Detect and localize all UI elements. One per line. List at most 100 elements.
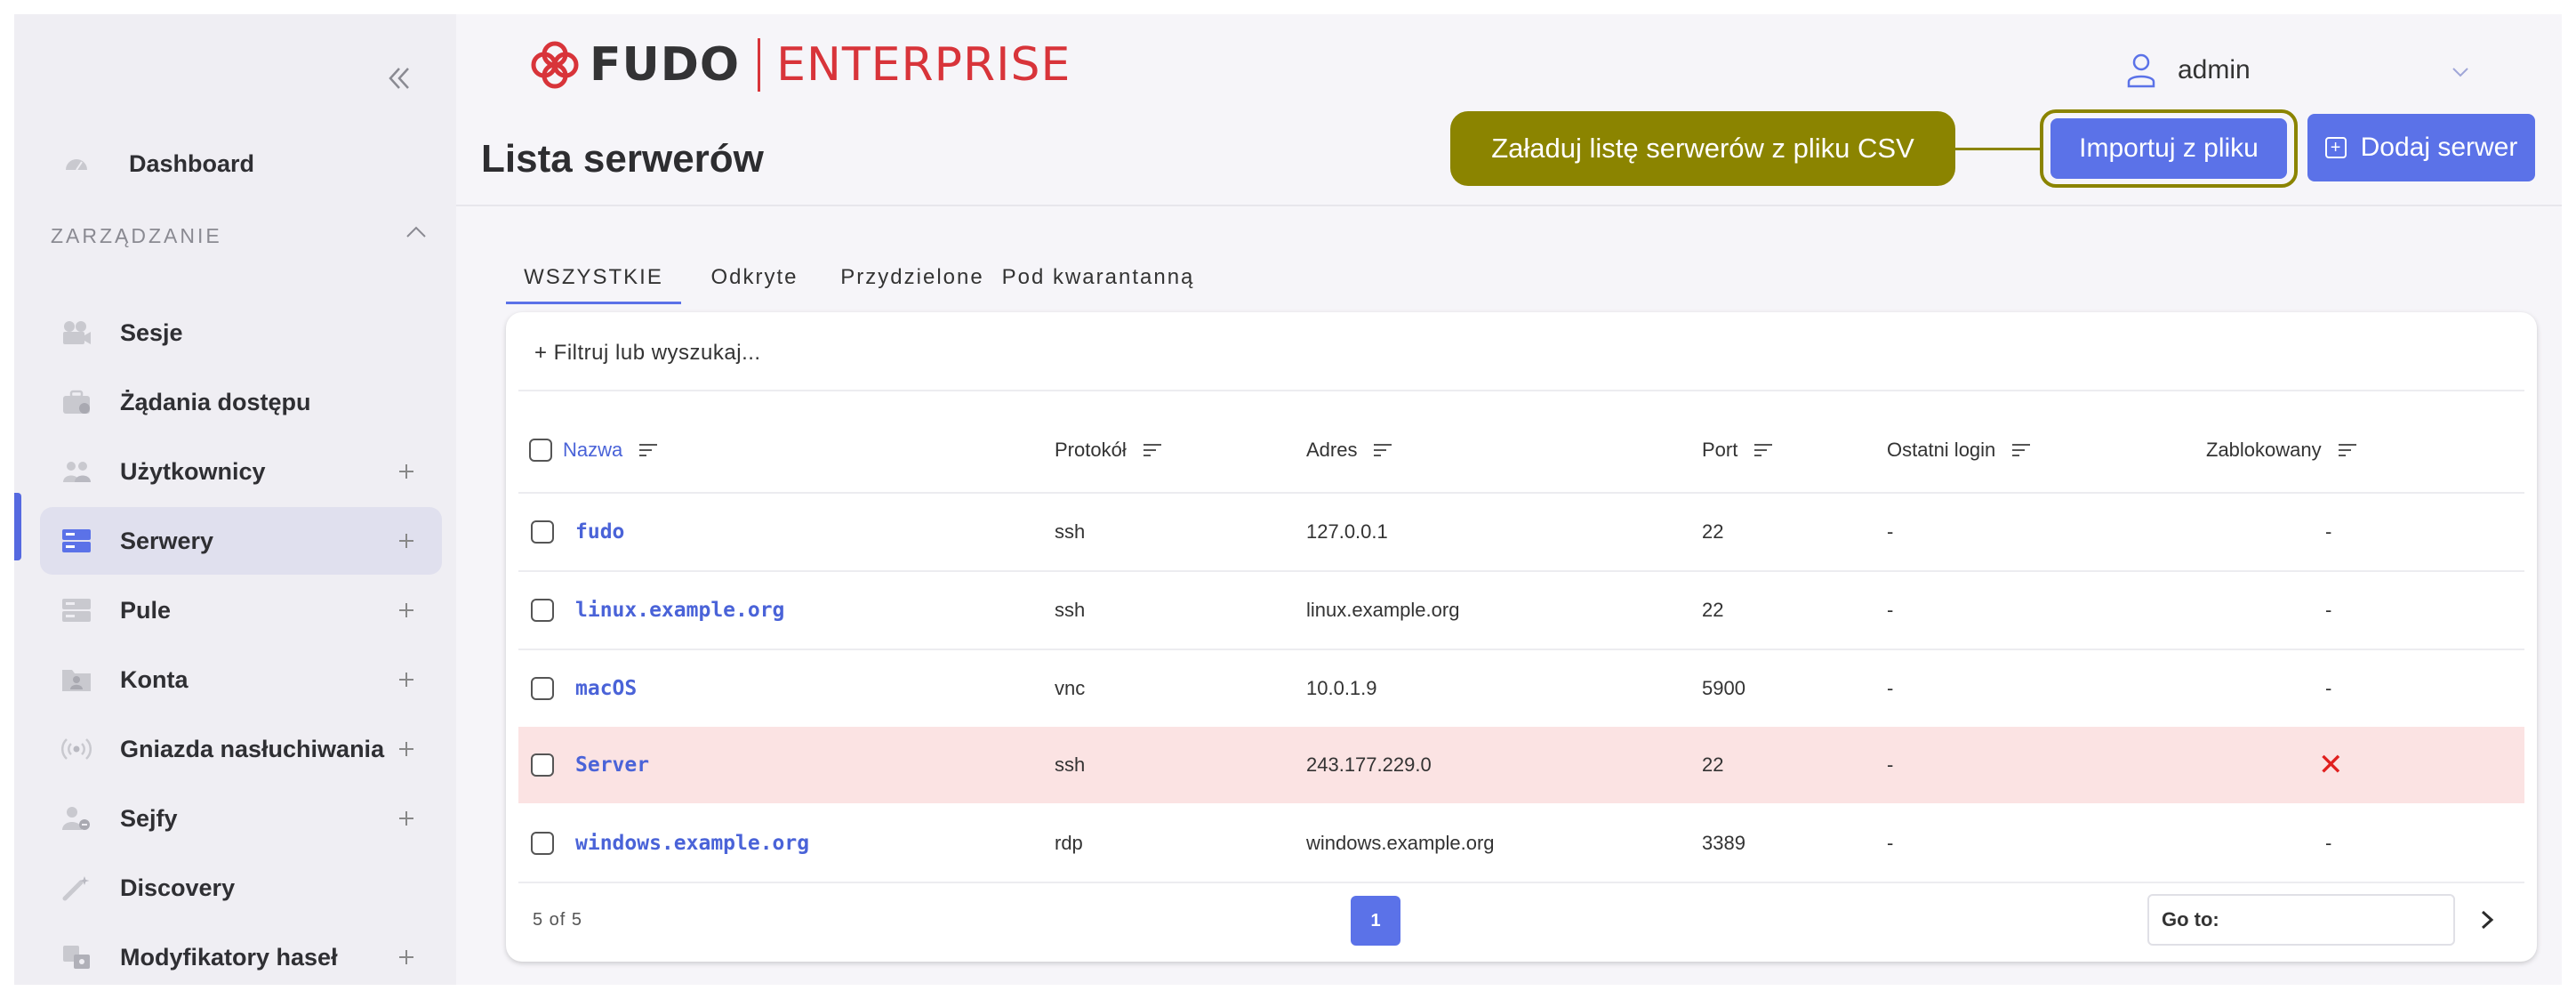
column-header-protocol[interactable]: Protokół (1055, 428, 1162, 472)
safe-user-icon (61, 804, 92, 833)
cell-blocked: - (2325, 677, 2332, 699)
tab-discovered[interactable]: Odkryte (681, 254, 828, 304)
broadcast-icon (61, 735, 92, 763)
sidebar-item-label: Gniazda nasłuchiwania (120, 736, 385, 762)
cell-address: linux.example.org (1306, 599, 1460, 621)
section-label-management: ZARZĄDZANIE (51, 224, 222, 247)
cell-address: 127.0.0.1 (1306, 520, 1388, 543)
sidebar-item-sessions[interactable]: Sesje (40, 299, 442, 367)
plus-icon[interactable] (394, 945, 419, 970)
server-name-link[interactable]: linux.example.org (575, 572, 784, 649)
table-row[interactable]: linux.example.org ssh linux.example.org … (518, 572, 2524, 649)
table-row[interactable]: fudo ssh 127.0.0.1 22 - - (518, 494, 2524, 570)
header-divider (456, 205, 2562, 206)
column-header-address[interactable]: Adres (1306, 428, 1392, 472)
server-name-link[interactable]: Server (575, 727, 649, 803)
cell-port: 3389 (1702, 832, 1745, 854)
sidebar-item-label: Użytkownicy (120, 458, 266, 485)
import-tooltip: Załaduj listę serwerów z pliku CSV (1450, 111, 1955, 186)
account-folder-icon (61, 665, 92, 694)
sort-icon[interactable] (638, 442, 658, 458)
fudo-logo-icon (531, 41, 579, 89)
server-name-link[interactable]: windows.example.org (575, 805, 809, 882)
sort-icon[interactable] (1373, 442, 1392, 458)
add-server-button[interactable]: + Dodaj serwer (2307, 114, 2535, 181)
server-name-link[interactable]: macOS (575, 650, 637, 727)
user-icon (2127, 53, 2155, 88)
row-checkbox[interactable] (531, 520, 554, 544)
sidebar-item-discovery[interactable]: Discovery (40, 854, 442, 922)
column-label: Zablokowany (2206, 439, 2322, 461)
sort-icon[interactable] (2011, 442, 2031, 458)
go-to-page-field[interactable]: Go to: (2147, 894, 2455, 946)
user-name: admin (2178, 55, 2251, 85)
cell-protocol: vnc (1055, 677, 1086, 699)
pagination-page-1[interactable]: 1 (1351, 896, 1400, 946)
column-label: Nazwa (563, 439, 623, 461)
sidebar-item-label: Dashboard (129, 150, 255, 177)
cell-blocked: - (2325, 832, 2332, 854)
column-header-port[interactable]: Port (1702, 428, 1773, 472)
sidebar-item-password-modifiers[interactable]: Modyfikatory haseł (40, 923, 442, 985)
sidebar-item-pools[interactable]: Pule (40, 576, 442, 644)
active-indicator (14, 493, 21, 560)
table-row-blocked[interactable]: Server ssh 243.177.229.0 22 - ✕ (518, 727, 2524, 803)
collapse-sidebar-button[interactable] (373, 57, 426, 100)
filter-search-input[interactable]: + Filtruj lub wyszukaj... (534, 341, 761, 366)
go-to-input[interactable] (2226, 908, 2422, 931)
users-icon (61, 457, 92, 486)
sort-icon[interactable] (1753, 442, 1773, 458)
results-count: 5 of 5 (533, 910, 583, 930)
sidebar-item-label: Sesje (120, 319, 183, 346)
plus-icon[interactable] (394, 737, 419, 761)
sort-icon[interactable] (1143, 442, 1162, 458)
row-checkbox[interactable] (531, 753, 554, 777)
column-header-last-login[interactable]: Ostatni login (1887, 428, 2031, 472)
plus-icon[interactable] (394, 667, 419, 692)
cell-last-login: - (1887, 599, 1894, 621)
sidebar-item-servers[interactable]: Serwery (40, 507, 442, 575)
row-checkbox[interactable] (531, 599, 554, 622)
select-all-checkbox[interactable] (529, 439, 552, 462)
wand-icon (61, 874, 92, 902)
import-from-file-button[interactable]: Importuj z pliku (2050, 118, 2287, 179)
table-row[interactable]: macOS vnc 10.0.1.9 5900 - - (518, 650, 2524, 727)
tab-all[interactable]: WSZYSTKIE (506, 254, 681, 304)
sidebar-item-dashboard[interactable]: Dashboard (40, 130, 442, 197)
cell-port: 22 (1702, 599, 1724, 621)
plus-icon[interactable] (394, 806, 419, 831)
column-label: Ostatni login (1887, 439, 1996, 461)
tooltip-connector (1955, 148, 2040, 150)
sidebar-item-accounts[interactable]: Konta (40, 646, 442, 713)
next-page-button[interactable] (2471, 904, 2503, 936)
table-row[interactable]: windows.example.org rdp windows.example.… (518, 805, 2524, 882)
tab-quarantine[interactable]: Pod kwarantanną (997, 254, 1200, 304)
user-menu[interactable]: admin (2126, 48, 2251, 93)
row-checkbox[interactable] (531, 832, 554, 855)
sidebar-item-label: Żądania dostępu (120, 389, 311, 415)
tab-assigned[interactable]: Przydzielone (828, 254, 997, 304)
sort-icon[interactable] (2338, 442, 2357, 458)
cell-address: windows.example.org (1306, 832, 1495, 854)
sidebar-item-listeners[interactable]: Gniazda nasłuchiwania (40, 715, 442, 783)
plus-icon[interactable] (394, 459, 419, 484)
column-label: Port (1702, 439, 1738, 461)
sidebar-item-safes[interactable]: Sejfy (40, 785, 442, 852)
sidebar-item-label: Modyfikatory haseł (120, 944, 338, 971)
plus-icon[interactable] (394, 598, 419, 623)
column-header-blocked[interactable]: Zablokowany (2206, 428, 2357, 472)
plus-icon[interactable] (394, 528, 419, 553)
divider (518, 882, 2524, 883)
cell-protocol: ssh (1055, 520, 1086, 543)
row-checkbox[interactable] (531, 677, 554, 700)
sidebar-item-users[interactable]: Użytkownicy (40, 438, 442, 505)
sidebar-item-access-requests[interactable]: Żądania dostępu (40, 368, 442, 436)
chevron-up-icon[interactable] (404, 221, 429, 246)
chevron-down-icon[interactable] (2451, 66, 2470, 78)
server-name-link[interactable]: fudo (575, 494, 624, 570)
dashboard-icon (61, 149, 92, 178)
column-header-name[interactable]: Nazwa (529, 428, 658, 472)
app-frame: Dashboard ZARZĄDZANIE Sesje Żądania dost… (14, 14, 2562, 985)
cell-address: 10.0.1.9 (1306, 677, 1377, 699)
sidebar-item-label: Serwery (120, 528, 214, 554)
